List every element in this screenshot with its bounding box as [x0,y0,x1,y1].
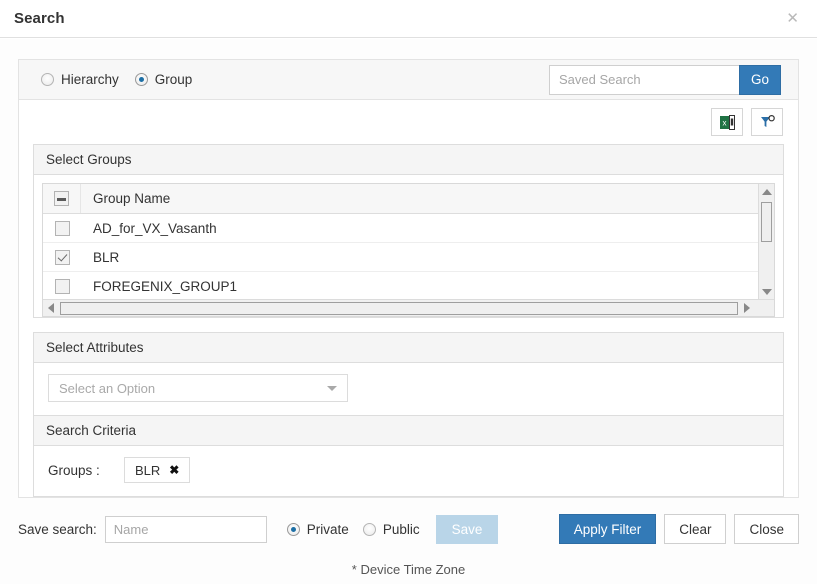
grid-horizontal-scrollbar[interactable] [43,299,774,316]
row-checkbox-cell[interactable] [43,249,81,265]
excel-export-icon[interactable]: x [711,108,743,136]
select-attributes-body: Select an Option [34,363,783,415]
column-header-group-name[interactable]: Group Name [81,191,170,206]
groups-grid: Group Name AD_for_VX_Vasanth BLR FOREGEN… [42,183,775,317]
close-button[interactable]: Close [734,514,799,544]
save-button[interactable]: Save [435,514,499,544]
select-groups-section: Select Groups Group Name AD_for_VX_Vasan… [33,144,784,318]
groups-grid-header-row: Group Name [43,184,758,214]
radio-hierarchy-icon[interactable] [41,73,54,86]
radio-public-icon[interactable] [362,522,376,536]
scroll-left-icon[interactable] [43,303,59,313]
search-criteria-header: Search Criteria [34,416,783,446]
table-row[interactable]: AD_for_VX_Vasanth [43,214,758,243]
row-group-name: FOREGENIX_GROUP1 [93,278,238,294]
radio-group-icon[interactable] [134,73,148,86]
svg-text:x: x [722,118,726,127]
vertical-scroll-thumb[interactable] [761,202,772,242]
clear-button[interactable]: Clear [664,514,727,544]
criteria-tag[interactable]: BLR ✖ [124,457,191,483]
radio-private-label: Private [306,521,349,537]
table-row[interactable]: FOREGENIX_GROUP1 [43,272,758,299]
page-title: Search [14,10,65,27]
grid-vertical-scrollbar[interactable] [758,184,774,299]
radio-public-label: Public [382,521,420,537]
table-row[interactable]: BLR [43,243,758,272]
visibility-radio-group: Private Public [286,521,420,537]
footer-left-group: Save search: Private Public Save [18,514,499,544]
row-group-name: AD_for_VX_Vasanth [93,220,217,236]
groups-grid-viewport: Group Name AD_for_VX_Vasanth BLR FOREGEN… [43,184,758,299]
footer-right-group: Apply Filter Clear Close [558,514,799,544]
scroll-down-icon[interactable] [759,284,774,299]
radio-option-public[interactable]: Public [362,521,420,537]
row-checkbox-cell[interactable] [43,220,81,236]
saved-search-input[interactable] [549,64,739,95]
scroll-right-icon[interactable] [739,303,755,313]
criteria-tag-label: BLR [135,462,161,478]
select-all-checkbox-cell[interactable] [43,184,81,213]
search-mode-bar: Hierarchy Group Go [19,60,798,100]
remove-tag-icon[interactable]: ✖ [169,463,179,477]
filter-icon[interactable] [751,108,783,136]
row-checkbox[interactable] [54,278,70,294]
save-search-name-input[interactable] [104,515,267,543]
search-criteria-body: Groups : BLR ✖ [34,446,783,496]
select-attributes-section: Select Attributes Select an Option [33,332,784,416]
select-all-checkbox[interactable] [54,191,69,206]
row-group-name: BLR [93,249,120,265]
criteria-row-label: Groups : [48,462,100,478]
scroll-up-icon[interactable] [759,184,774,199]
radio-private-icon[interactable] [286,522,300,536]
radio-option-hierarchy[interactable]: Hierarchy [41,72,119,87]
go-button[interactable]: Go [739,64,781,95]
close-icon[interactable]: ✕ [782,9,803,28]
search-panel: Hierarchy Group Go x [18,59,799,498]
search-criteria-section: Search Criteria Groups : BLR ✖ [33,416,784,497]
search-mode-radio-group: Hierarchy Group [41,72,192,87]
chevron-down-icon[interactable] [327,386,337,391]
save-search-label: Save search: [18,521,97,537]
radio-option-group[interactable]: Group [134,72,193,87]
radio-hierarchy-label: Hierarchy [61,72,119,87]
attribute-select[interactable]: Select an Option [48,374,348,402]
search-modal: Search ✕ Hierarchy Group Saved Search Go… [0,0,817,584]
modal-body: Hierarchy Group Go x [0,39,817,584]
device-timezone-note: * Device Time Zone [351,562,466,577]
grid-toolbar: x [19,100,798,144]
select-groups-header: Select Groups [34,145,783,175]
row-checkbox[interactable] [54,220,70,236]
apply-filter-button[interactable]: Apply Filter [558,514,657,544]
select-groups-body: Group Name AD_for_VX_Vasanth BLR FOREGEN… [34,175,783,317]
saved-search-group: Go [549,64,781,95]
horizontal-scroll-thumb[interactable] [60,301,738,315]
radio-group-label: Group [154,72,193,87]
row-checkbox[interactable] [54,249,70,265]
attribute-select-value: Select an Option [59,380,156,396]
modal-titlebar: Search ✕ [0,0,817,38]
select-attributes-header: Select Attributes [34,333,783,363]
radio-option-private[interactable]: Private [286,521,349,537]
row-checkbox-cell[interactable] [43,278,81,294]
modal-footer: Save search: Private Public Save Apply F… [0,509,817,549]
